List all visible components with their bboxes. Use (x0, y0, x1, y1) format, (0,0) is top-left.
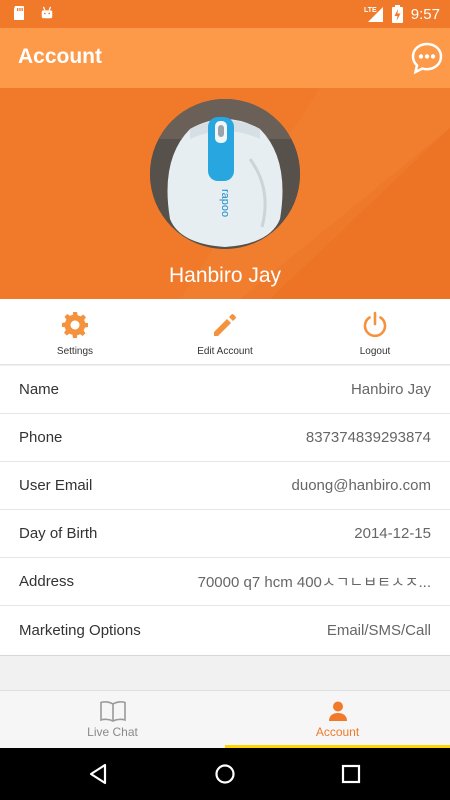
info-key: Marketing Options (19, 622, 141, 639)
settings-button[interactable]: Settings (0, 299, 150, 364)
person-icon (328, 701, 347, 721)
edit-account-label: Edit Account (197, 346, 253, 357)
tab-live-chat[interactable]: Live Chat (0, 691, 225, 748)
battery-charging-icon (391, 5, 403, 23)
info-value: 837374839293874 (305, 429, 431, 446)
system-nav-bar (0, 748, 450, 800)
tab-label: Live Chat (87, 725, 138, 739)
tab-account[interactable]: Account (225, 691, 450, 748)
info-value: Email/SMS/Call (326, 622, 431, 639)
info-row-phone: Phone 837374839293874 (0, 414, 450, 462)
bottom-nav: Live Chat Account (0, 690, 450, 748)
page-title: Account (18, 45, 102, 68)
info-row-birthday: Day of Birth 2014-12-15 (0, 510, 450, 558)
action-row: Settings Edit Account Logout (0, 299, 450, 365)
info-row-email: User Email duong@hanbiro.com (0, 462, 450, 510)
info-key: Phone (19, 429, 63, 446)
status-time: 9:57 (410, 5, 440, 23)
book-icon (99, 701, 126, 722)
info-value: 2014-12-15 (354, 525, 431, 542)
info-row-address: Address 70000 q7 hcm 400ㅅㄱㄴㅂㅌㅅㅈ... (0, 558, 450, 606)
pencil-icon (214, 314, 236, 336)
sd-card-icon (14, 6, 24, 20)
tab-label: Account (315, 725, 360, 739)
svg-text:rapoo: rapoo (219, 189, 231, 217)
settings-label: Settings (56, 346, 94, 357)
info-value: Hanbiro Jay (350, 381, 431, 398)
power-icon (363, 311, 387, 338)
back-icon[interactable] (85, 761, 111, 787)
status-bar: LTE 9:57 (0, 0, 450, 28)
mouse-photo: rapoo (150, 99, 300, 249)
info-value: duong@hanbiro.com (291, 477, 431, 494)
app-bar: Account (0, 28, 450, 88)
info-key: Address (19, 573, 75, 590)
gear-icon (62, 312, 88, 338)
logout-label: Logout (359, 346, 391, 357)
profile-name: Hanbiro Jay (168, 264, 282, 287)
info-row-name: Name Hanbiro Jay (0, 366, 450, 414)
android-icon (41, 6, 53, 19)
edit-account-button[interactable]: Edit Account (150, 299, 300, 364)
chat-bubble-icon[interactable] (410, 41, 444, 75)
account-info-list: Name Hanbiro Jay Phone 837374839293874 U… (0, 366, 450, 656)
info-key: Day of Birth (19, 525, 98, 542)
info-key: Name (19, 381, 60, 398)
lte-signal-icon: LTE (364, 7, 383, 22)
info-key: User Email (19, 477, 93, 494)
avatar[interactable]: rapoo (150, 99, 300, 249)
home-icon[interactable] (212, 761, 238, 787)
profile-header: rapoo Hanbiro Jay (0, 88, 450, 299)
recents-icon[interactable] (338, 761, 364, 787)
info-value: 70000 q7 hcm 400ㅅㄱㄴㅂㅌㅅㅈ... (197, 574, 431, 591)
svg-text:LTE: LTE (364, 7, 377, 14)
info-row-marketing: Marketing Options Email/SMS/Call (0, 606, 450, 656)
logout-button[interactable]: Logout (300, 299, 450, 364)
